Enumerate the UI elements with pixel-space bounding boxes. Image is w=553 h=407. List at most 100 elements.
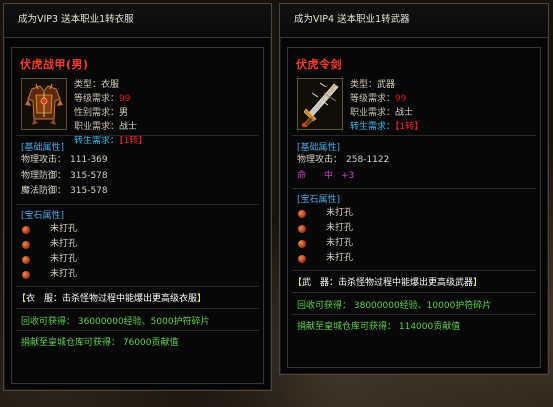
gem-slot-label: 未打孔	[326, 253, 354, 263]
stat-value: 258-1122	[346, 155, 390, 165]
donate-reward: 捐献至皇城仓库可获得： 76000贡献值	[21, 338, 179, 348]
divider	[292, 270, 536, 271]
stat-label: 魔法防御：	[21, 186, 67, 196]
bracket-open: 【	[293, 278, 303, 288]
stat-row-luck: 命 中 +3	[297, 169, 389, 185]
gem-slot-label: 未打孔	[326, 223, 354, 233]
attr-value: 99	[119, 94, 131, 104]
gem-slot[interactable]: 未打孔	[22, 267, 77, 282]
panel-title: 成为VIP4 送本职业1转武器	[280, 4, 548, 38]
attr-label: 职业需求：	[74, 122, 120, 132]
attr-label: 等级需求：	[74, 94, 120, 104]
gem-slot-label: 未打孔	[50, 224, 78, 234]
attr-row-class: 职业需求：战士	[350, 106, 423, 120]
divider	[16, 308, 259, 309]
gem-slots: 未打孔 未打孔 未打孔 未打孔	[22, 222, 77, 282]
item-tooltip-armor: 成为VIP3 送本职业1转衣服 伏虎战甲(男) 类型：衣服 等级需求：99 性别…	[3, 3, 272, 391]
divider	[292, 135, 536, 136]
gem-slot[interactable]: 未打孔	[22, 222, 77, 237]
stat-label: 物理攻击：	[297, 155, 343, 165]
item-name: 伏虎战甲(男)	[20, 58, 89, 71]
section-title-gem: [宝石属性]	[21, 211, 65, 221]
item-tooltip-weapon: 成为VIP4 送本职业1转武器 伏虎令剑 类型：武器 等级需求：99 职业需求：…	[279, 3, 549, 375]
gem-socket-icon	[22, 255, 30, 264]
gem-slot[interactable]: 未打孔	[298, 206, 353, 221]
recycle-reward: 回收可获得： 38000000经验、10000护符碎片	[297, 301, 492, 311]
attr-label: 类型：	[74, 80, 102, 90]
item-attributes: 类型：武器 等级需求：99 职业需求：战士 转生需求：【1转】	[350, 78, 423, 134]
item-name: 伏虎令剑	[296, 58, 342, 71]
gem-slot-label: 未打孔	[50, 239, 78, 249]
item-detail-frame: 伏虎令剑 类型：武器 等级需求：99 职业需求：战士 转生需求：【1转】 [基础…	[287, 47, 541, 368]
stat-row: 魔法防御： 315-578	[21, 184, 108, 200]
gem-slot-label: 未打孔	[50, 269, 78, 279]
attr-row-level: 等级需求：99	[74, 92, 147, 106]
divider	[16, 286, 259, 287]
gem-slots: 未打孔 未打孔 未打孔 未打孔	[298, 206, 353, 266]
drop-note: 【衣 服：击杀怪物过程中能爆出更高级衣服】	[17, 291, 206, 304]
stat-row: 物理攻击： 111-369	[21, 153, 108, 169]
attr-label: 职业需求：	[350, 108, 396, 118]
attr-value: 男	[119, 108, 129, 118]
gem-slot[interactable]: 未打孔	[22, 237, 77, 252]
gem-socket-icon	[298, 239, 306, 248]
stat-value: 315-578	[70, 186, 108, 196]
gem-slot[interactable]: 未打孔	[298, 251, 353, 266]
attr-label: 类型：	[350, 80, 378, 90]
section-title-gem: [宝石属性]	[297, 195, 341, 205]
attr-row-type: 类型：武器	[350, 78, 423, 92]
attr-row-type: 类型：衣服	[74, 78, 147, 92]
recycle-reward: 回收可获得： 36000000经验、5000护符碎片	[21, 317, 210, 327]
attr-value: 99	[395, 94, 407, 104]
item-slot[interactable]	[297, 78, 343, 130]
stat-value: +3	[341, 170, 355, 181]
stat-label: 命 中	[297, 170, 334, 181]
bracket-close: 】	[473, 278, 483, 288]
attr-label: 等级需求：	[350, 94, 396, 104]
sword-icon	[298, 79, 342, 129]
stat-value: 111-369	[70, 155, 108, 165]
bracket-open: 【	[17, 294, 27, 304]
gem-socket-icon	[22, 240, 30, 249]
base-stats: 物理攻击： 111-369 物理防御： 315-578 魔法防御： 315-578	[21, 153, 108, 200]
attr-value: 武器	[377, 80, 396, 90]
item-slot[interactable]	[21, 78, 67, 130]
attr-label: 性别需求：	[74, 108, 120, 118]
item-detail-frame: 伏虎战甲(男) 类型：衣服 等级需求：99 性别需求：男 职业需求：战士 转生需…	[11, 47, 264, 384]
gem-slot-label: 未打孔	[50, 254, 78, 264]
item-attributes: 类型：衣服 等级需求：99 性别需求：男 职业需求：战士 转生需求：【1转】	[74, 78, 147, 148]
attr-row-class: 职业需求：战士	[74, 120, 147, 134]
gem-slot-label: 未打孔	[326, 238, 354, 248]
stat-label: 物理攻击：	[21, 155, 67, 165]
section-title-base: [基础属性]	[297, 143, 341, 153]
attr-label: 转生需求：	[350, 122, 396, 132]
gem-slot[interactable]: 未打孔	[298, 221, 353, 236]
divider	[16, 204, 259, 205]
stat-value: 315-578	[70, 170, 108, 181]
attr-label: 转生需求：	[74, 136, 120, 146]
stat-row: 物理攻击： 258-1122	[297, 153, 389, 169]
gem-socket-icon	[298, 209, 306, 218]
divider	[16, 330, 259, 331]
divider	[16, 135, 259, 136]
bracket-close: 】	[197, 294, 207, 304]
base-stats: 物理攻击： 258-1122 命 中 +3	[297, 153, 389, 184]
divider	[292, 292, 536, 293]
donate-reward: 捐献至皇城仓库可获得： 114000贡献值	[297, 322, 461, 332]
attr-row-gender: 性别需求：男	[74, 106, 147, 120]
gem-socket-icon	[298, 224, 306, 233]
section-title-base: [基础属性]	[21, 143, 65, 153]
gem-slot[interactable]: 未打孔	[22, 252, 77, 267]
drop-note: 【武 器：击杀怪物过程中能爆出更高级武器】	[293, 275, 482, 288]
attr-row-level: 等级需求：99	[350, 92, 423, 106]
gem-slot[interactable]: 未打孔	[298, 236, 353, 251]
gem-socket-icon	[22, 225, 30, 234]
attr-value: 战士	[395, 108, 414, 118]
attr-value: 战士	[119, 122, 138, 132]
stat-row: 物理防御： 315-578	[21, 169, 108, 185]
divider	[292, 314, 536, 315]
attr-value: 【1转】	[395, 122, 424, 132]
attr-row-rebirth: 转生需求：【1转】	[350, 120, 423, 134]
stat-label: 物理防御：	[21, 170, 67, 181]
gem-slot-label: 未打孔	[326, 208, 354, 218]
